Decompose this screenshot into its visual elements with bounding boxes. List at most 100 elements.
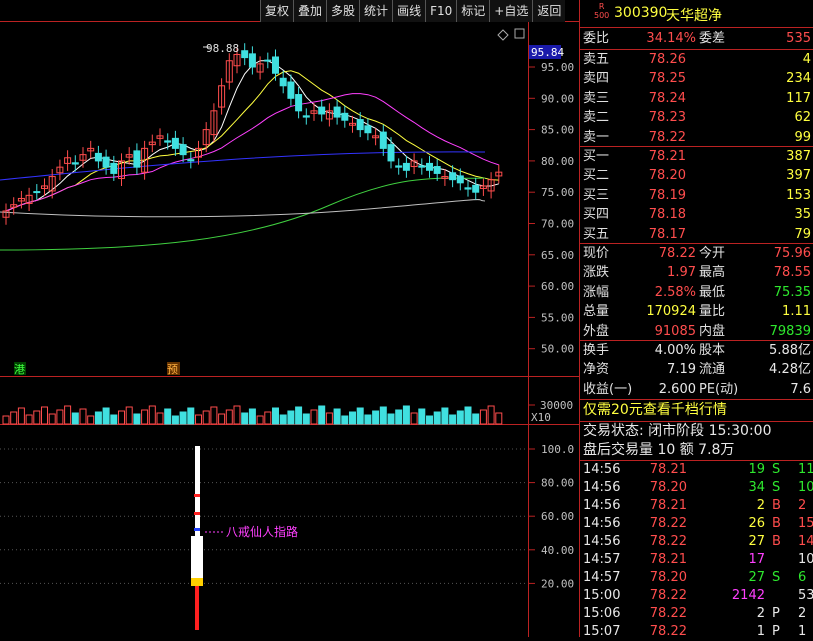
volume-bar [79, 408, 87, 425]
price-tick-label: 75.00 [541, 186, 574, 199]
volume-bar [372, 410, 380, 425]
price-tick-label: 80.00 [541, 155, 574, 168]
candle-body [341, 112, 349, 121]
indicator-tick-label: 20.00 [541, 577, 574, 590]
ma5-line [5, 60, 499, 212]
candle-body [379, 131, 387, 149]
volume-bar [195, 414, 202, 425]
ask-row[interactable]: 卖五 78.26 4 [580, 50, 813, 69]
candle-body [248, 53, 256, 68]
bid-row[interactable]: 买一 78.21 387 [580, 147, 813, 166]
volume-bar [333, 408, 341, 425]
window-icon[interactable] [514, 28, 525, 39]
tick-row[interactable]: 14:57 78.20 27 S 6 [580, 569, 813, 587]
volume-bar [102, 407, 110, 425]
ask-row[interactable]: 卖三 78.24 117 [580, 89, 813, 108]
tick-row[interactable]: 14:56 78.22 27 B 14 [580, 533, 813, 551]
candle-body [33, 191, 41, 194]
volume-bar [495, 412, 503, 425]
tick-row[interactable]: 15:00 78.22 2142 534 [580, 587, 813, 605]
volume-bar [56, 409, 64, 425]
volume-bar [125, 406, 133, 425]
volume-bar [202, 410, 210, 425]
volume-bar [233, 405, 241, 425]
candle-body [395, 165, 403, 168]
order-ratio-row: 委比 34.14% 委差 535 [583, 31, 811, 46]
tick-row[interactable]: 15:07 78.22 1 P 1 [580, 623, 813, 641]
tick-row[interactable]: 14:56 78.21 19 S 11 [580, 461, 813, 479]
volume-bar [187, 407, 195, 425]
volume-bar [41, 406, 48, 425]
bid-row[interactable]: 买二 78.20 397 [580, 166, 813, 185]
volume-bar [272, 407, 279, 425]
volume-bar [464, 406, 472, 425]
current-price-label: 95.84 [531, 46, 564, 59]
candle-body [426, 162, 433, 171]
candlesticks[interactable] [2, 43, 503, 225]
ma60-line [0, 177, 486, 251]
hk-marker: 港 [14, 363, 25, 376]
tick-row[interactable]: 14:56 78.20 34 S 10 [580, 479, 813, 497]
volume-bar [164, 408, 172, 425]
stats-row: 换手 4.00% 股本 5.88亿 [583, 343, 811, 358]
quote-row: 涨幅 2.58% 最低 75.35 [583, 284, 811, 300]
indicator-bar [191, 446, 203, 630]
tick-row[interactable]: 14:56 78.21 2 B 2 [580, 497, 813, 515]
volume-bar [87, 415, 95, 425]
candle-body [333, 106, 341, 118]
high-price-label: 98.88 [206, 42, 239, 55]
indicator-stripe [194, 512, 200, 515]
toolbar-back-button[interactable]: 返回 [532, 0, 566, 22]
price-tick-label: 90.00 [541, 92, 574, 105]
volume-bar [225, 409, 233, 425]
tick-row[interactable]: 14:56 78.22 26 B 15 [580, 515, 813, 533]
candle-body [318, 106, 326, 115]
candle-body [272, 56, 279, 74]
quote-row: 涨跌 1.97 最高 78.55 [583, 265, 811, 281]
volume-bars [2, 405, 503, 425]
toolbar-draw-button[interactable]: 画线 [392, 0, 426, 22]
candle-body [94, 152, 102, 162]
toolbar-multi-stock-button[interactable]: 多股 [326, 0, 360, 22]
promo-link[interactable]: 仅需20元查看千档行情 [580, 401, 813, 420]
kline-chart-area[interactable]: 100.0 80.00 60.00 40.00 20.00 95.00 90.00 85.0… [0, 0, 579, 637]
volume-bar [287, 410, 295, 425]
tick-row[interactable]: 14:57 78.21 17 10 [580, 551, 813, 569]
price-tick-label: 70.00 [541, 218, 574, 231]
volume-bar [302, 413, 310, 425]
volume-bar [248, 408, 256, 425]
candle-body [71, 162, 79, 165]
volume-bar [141, 409, 149, 425]
volume-bar [33, 410, 41, 425]
ask-row[interactable]: 卖四 78.25 234 [580, 69, 813, 88]
toolbar-statistics-button[interactable]: 统计 [359, 0, 393, 22]
candle-body [187, 159, 195, 162]
toolbar-add-watchlist-button[interactable]: +自选 [489, 0, 533, 22]
toolbar-mark-button[interactable]: 标记 [456, 0, 490, 22]
candle-body [387, 144, 395, 162]
toolbar-f10-button[interactable]: F10 [425, 0, 457, 22]
bid-row[interactable]: 买五 78.17 79 [580, 225, 813, 244]
volume-multiplier: X10 [531, 411, 551, 424]
chart-toolbar: 复权 叠加 多股 统计 画线 F10 标记 +自选 返回 [260, 0, 566, 22]
volume-bar [341, 415, 349, 425]
stats-row: 净资 7.19 流通 4.28亿 [583, 362, 811, 378]
volume-bar [25, 414, 33, 425]
ask-row[interactable]: 卖二 78.23 62 [580, 108, 813, 127]
candle-body [171, 137, 179, 149]
price-tick-label: 85.00 [541, 124, 574, 137]
kline-chart[interactable]: 100.0 80.00 60.00 40.00 20.00 95.00 90.00 85.0… [0, 0, 579, 637]
trade-status: 交易状态: 闭市阶段 15:30:00 [583, 423, 772, 439]
tick-row[interactable]: 15:06 78.22 2 P 2 [580, 605, 813, 623]
diamond-icon[interactable] [497, 29, 509, 41]
ask-row[interactable]: 卖一 78.22 99 [580, 128, 813, 147]
candle-body [356, 119, 364, 131]
bid-row[interactable]: 买四 78.18 35 [580, 205, 813, 224]
divider [580, 399, 813, 400]
toolbar-overlay-button[interactable]: 叠加 [293, 0, 327, 22]
volume-bar [418, 408, 426, 425]
toolbar-restore-rights-button[interactable]: 复权 [260, 0, 294, 22]
bid-row[interactable]: 买三 78.19 153 [580, 186, 813, 205]
volume-bar [479, 409, 487, 425]
indicator-grid: 100.0 80.00 60.00 40.00 20.00 [0, 443, 574, 590]
